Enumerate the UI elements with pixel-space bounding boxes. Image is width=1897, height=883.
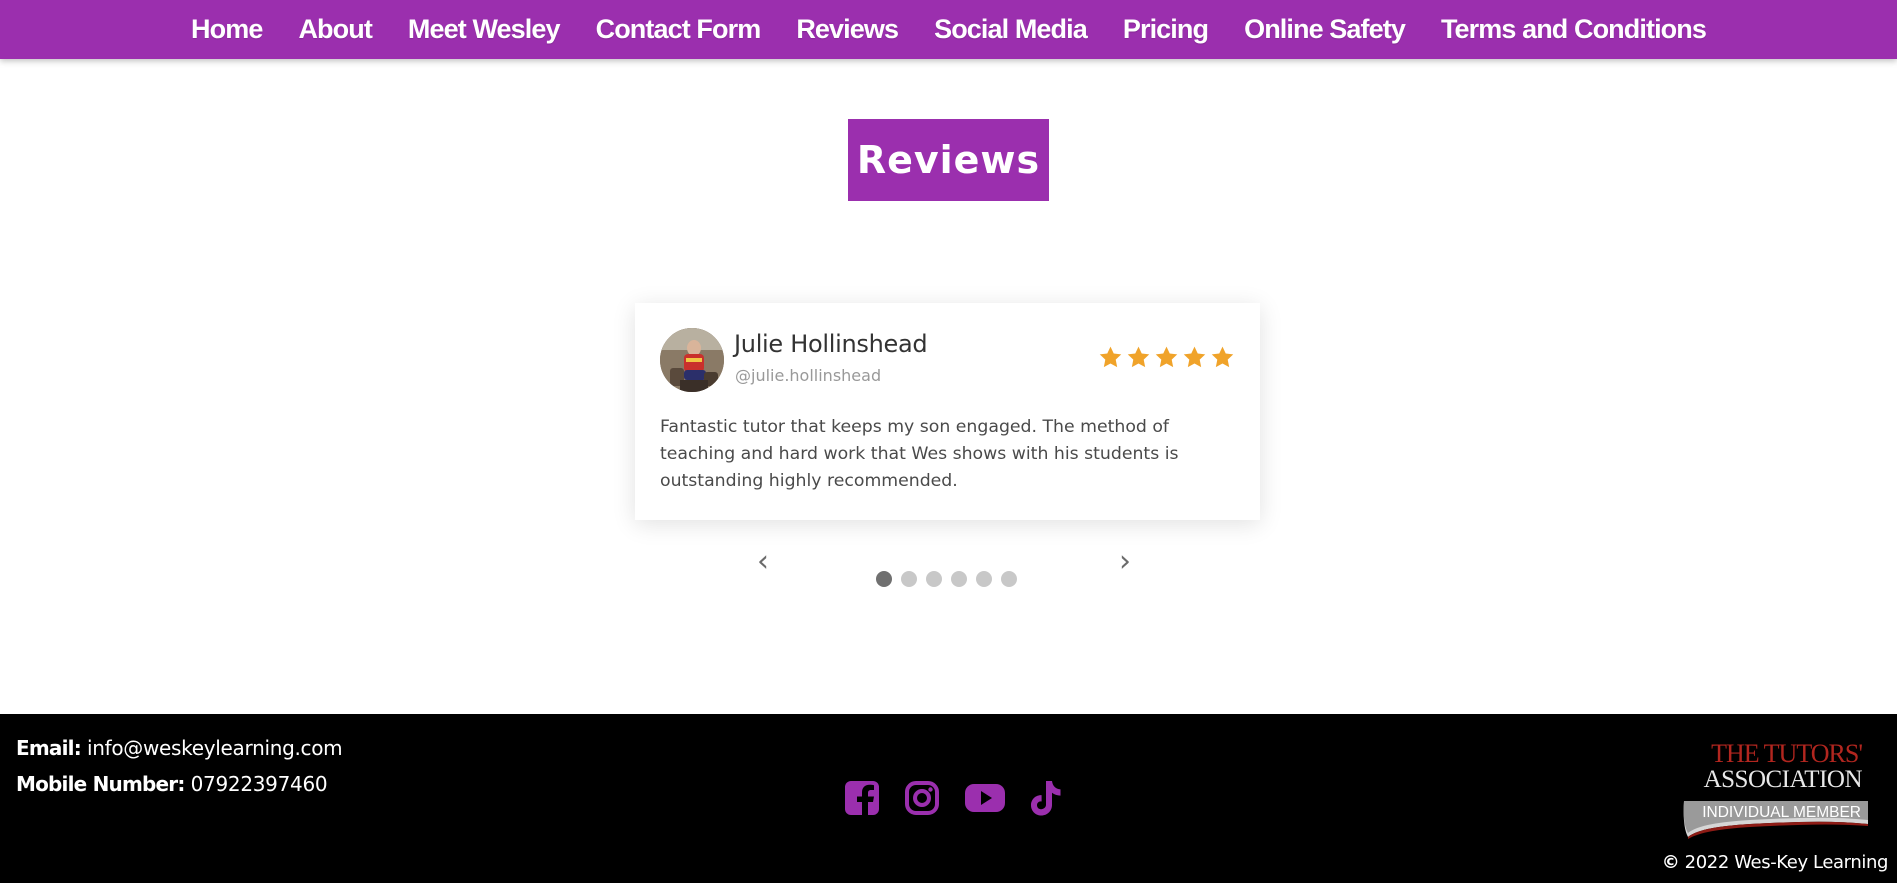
nav-terms-and-conditions[interactable]: Terms and Conditions: [1423, 14, 1724, 45]
copyright-icon: ©: [1661, 852, 1680, 873]
carousel-dot[interactable]: [951, 571, 967, 587]
nav-about[interactable]: About: [280, 14, 389, 45]
mobile-value[interactable]: 07922397460: [191, 772, 328, 796]
nav-home[interactable]: Home: [173, 14, 280, 45]
contact-info: Email: info@weskeylearning.com Mobile Nu…: [16, 730, 343, 802]
instagram-icon[interactable]: [904, 780, 940, 816]
carousel-dot[interactable]: [976, 571, 992, 587]
mobile-line: Mobile Number: 07922397460: [16, 766, 342, 802]
carousel-dot[interactable]: [901, 571, 917, 587]
email-line: Email: info@weskeylearning.com: [16, 730, 343, 766]
copyright: © 2022 Wes-Key Learning: [1661, 852, 1889, 873]
review-text: Fantastic tutor that keeps my son engage…: [660, 417, 1179, 491]
nav-pricing[interactable]: Pricing: [1105, 14, 1226, 45]
nav-contact-form[interactable]: Contact Form: [578, 14, 779, 45]
nav-social-media[interactable]: Social Media: [916, 14, 1105, 45]
copyright-text: 2022 Wes-Key Learning: [1684, 852, 1889, 873]
site-footer: Email: info@weskeylearning.com Mobile Nu…: [0, 714, 1897, 883]
tutors-association-badge: THE TUTORS' ASSOCIATION INDIVIDUAL MEMBE…: [1680, 736, 1868, 841]
page-title: Reviews: [848, 119, 1049, 201]
star-icon: [1155, 346, 1178, 368]
star-rating: [1098, 345, 1235, 370]
main-nav: Home About Meet Wesley Contact Form Revi…: [0, 0, 1897, 59]
nav-reviews[interactable]: Reviews: [778, 14, 916, 45]
star-icon: [1127, 346, 1150, 368]
carousel-dot[interactable]: [926, 571, 942, 587]
reviewer-name: Julie Hollinshead: [734, 330, 928, 358]
carousel-dot[interactable]: [876, 571, 892, 587]
star-icon: [1099, 346, 1122, 368]
star-icon: [1211, 346, 1234, 368]
badge-line-2: ASSOCIATION: [1704, 766, 1863, 793]
page-title-wrapper: Reviews: [0, 119, 1897, 201]
badge-line-3: INDIVIDUAL MEMBER: [1702, 804, 1861, 821]
facebook-icon[interactable]: [844, 780, 880, 816]
youtube-icon[interactable]: [964, 782, 1006, 814]
email-label: Email:: [16, 736, 82, 760]
nav-meet-wesley[interactable]: Meet Wesley: [390, 14, 578, 45]
carousel-prev-button[interactable]: ‹: [757, 546, 769, 578]
tiktok-icon[interactable]: [1028, 779, 1062, 817]
mobile-label: Mobile Number:: [16, 772, 185, 796]
reviewer-handle: @julie.hollinshead: [735, 366, 882, 385]
carousel-next-button[interactable]: ›: [1119, 546, 1131, 578]
star-icon: [1183, 346, 1206, 368]
reviewer-avatar: [660, 328, 724, 392]
carousel-dot[interactable]: [1001, 571, 1017, 587]
badge-line-1: THE TUTORS': [1711, 739, 1862, 768]
nav-online-safety[interactable]: Online Safety: [1226, 14, 1423, 45]
review-card: Julie Hollinshead @julie.hollinshead Fan…: [635, 303, 1260, 520]
social-links: [844, 779, 1062, 817]
email-value[interactable]: info@weskeylearning.com: [87, 736, 343, 760]
carousel-dots: [876, 571, 1017, 587]
